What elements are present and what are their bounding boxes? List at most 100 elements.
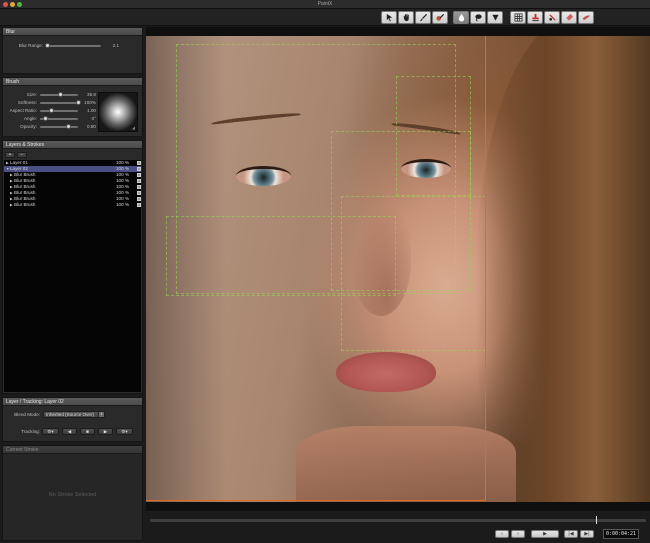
stamp-tool[interactable] (527, 11, 543, 24)
brush-param-slider[interactable] (40, 100, 81, 105)
layers-toolbar: + − (5, 152, 27, 158)
visibility-checkbox[interactable] (137, 161, 141, 165)
brush-param-knob[interactable] (43, 116, 49, 121)
stroke-panel-title: Current Stroke (3, 446, 142, 454)
brush-param-slider[interactable] (40, 92, 78, 97)
visibility-checkbox[interactable] (137, 173, 141, 177)
tracking-settings-button[interactable]: ⚙▾ (42, 428, 59, 435)
track-forward-button[interactable]: ▶ (98, 428, 113, 435)
clone-brush-icon (435, 13, 444, 21)
brush-param-row: Size: 35.8 (3, 92, 98, 99)
visibility-checkbox[interactable] (137, 203, 141, 207)
eraser-icon (565, 13, 573, 21)
pointer-tool[interactable] (381, 11, 397, 24)
next-keyframe-button[interactable]: › (511, 530, 525, 538)
brush-tool[interactable] (415, 11, 431, 24)
clone-brush-tool[interactable] (432, 11, 448, 24)
visibility-checkbox[interactable] (137, 197, 141, 201)
stroke-panel: Current Stroke No Stroke Selected (2, 445, 143, 541)
add-layer-button[interactable]: + (5, 152, 15, 158)
go-to-start-button[interactable]: |◀ (564, 530, 578, 538)
app-title: PaintX (317, 1, 333, 7)
blend-mode-label: Blend Mode: (14, 412, 40, 417)
triangle-down-icon (491, 14, 499, 21)
layer-name: Blur Brush (14, 178, 36, 183)
visibility-checkbox[interactable] (137, 179, 141, 183)
tool-bar (0, 9, 650, 26)
pointer-icon (386, 13, 392, 22)
grid-tool[interactable] (510, 11, 526, 24)
track-stop-button[interactable]: ■ (80, 428, 95, 435)
blur-range-slider[interactable] (45, 43, 101, 48)
brush-param-label: Size: (26, 92, 37, 97)
blur-range-label: Blur Range: (18, 43, 43, 48)
brush-param-value: 0° (91, 116, 96, 121)
hand-tool[interactable] (398, 11, 414, 24)
layer-name: Layer 02 (10, 166, 28, 171)
brush-param-label: Opacity: (20, 124, 37, 129)
layer-name: Blur Brush (14, 184, 36, 189)
blur-range-value: 2.1 (112, 43, 119, 48)
tracking-panel: Layer / Tracking: Layer 02 Blend Mode: I… (2, 397, 143, 442)
layer-name: Blur Brush (14, 190, 36, 195)
layer-name-cell: ▶Blur Brush (10, 202, 35, 208)
playhead[interactable] (596, 516, 598, 524)
brush-param-knob[interactable] (58, 92, 64, 97)
empty-stroke-message: No Stroke Selected (48, 492, 97, 498)
blur-range-knob[interactable] (45, 43, 51, 48)
brush-panel-title: Brush (3, 78, 142, 86)
visibility-checkbox[interactable] (137, 185, 141, 189)
stamp-icon (531, 13, 539, 22)
tracking-panel-title: Layer / Tracking: Layer 02 (3, 398, 142, 406)
layer-opacity: 100 % (116, 202, 130, 207)
brush-preview: ◢ (98, 92, 138, 132)
photo-canvas[interactable] (146, 36, 650, 502)
brush-icon (419, 13, 427, 22)
transport-nav-right: |◀ ▶| (564, 530, 594, 538)
brush-param-label: Angle: (23, 116, 37, 121)
stroke-row[interactable]: ▶Blur Brush 100 % (4, 202, 141, 208)
tool-group (453, 11, 503, 24)
grid-icon (514, 13, 522, 22)
blend-mode-value: Inherited (Source Over) (46, 412, 94, 417)
brush-param-value: 35.8 (87, 92, 96, 97)
lasso-tool[interactable] (470, 11, 486, 24)
brush-param-row: Opacity: 0.80 (3, 124, 98, 131)
multi-brush-tool[interactable] (544, 11, 560, 24)
gear-icon: ⚙▾ (121, 429, 128, 434)
brush-param-slider[interactable] (40, 116, 78, 121)
brush-param-slider[interactable] (40, 108, 78, 113)
layer-name: Layer 01 (10, 160, 28, 165)
blur-tool[interactable] (453, 11, 469, 24)
brush-param-value: 1.00 (87, 108, 96, 113)
visibility-checkbox[interactable] (137, 167, 141, 171)
blur-panel: Blur Blur Range: 2.1 (2, 27, 143, 74)
smudge-icon (582, 15, 590, 21)
visibility-checkbox[interactable] (137, 191, 141, 195)
transport-play: ▶ (531, 530, 559, 538)
remove-layer-button[interactable]: − (17, 152, 27, 158)
brush-param-slider[interactable] (40, 124, 78, 129)
timeline-scrubber[interactable] (150, 516, 646, 524)
brush-param-knob[interactable] (66, 124, 71, 129)
resize-grip-icon: ◢ (131, 125, 135, 130)
tracking-options-button[interactable]: ⚙▾ (116, 428, 133, 435)
brush-param-label: Softness: (17, 100, 37, 105)
track-backward-button[interactable]: ◀ (62, 428, 77, 435)
smudge-tool[interactable] (578, 11, 594, 24)
go-to-end-button[interactable]: ▶| (580, 530, 594, 538)
eraser-tool[interactable] (561, 11, 577, 24)
previous-keyframe-button[interactable]: ‹ (495, 530, 509, 538)
brush-param-value: 0.80 (87, 124, 96, 129)
transport-nav-left: ‹ › (495, 530, 525, 538)
layer-name: Blur Brush (14, 196, 36, 201)
play-button[interactable]: ▶ (531, 530, 559, 538)
shape-tool[interactable] (487, 11, 503, 24)
layer-name: Blur Brush (14, 202, 36, 207)
blend-mode-select[interactable]: Inherited (Source Over) ⇕ (43, 411, 105, 418)
brush-param-value: 100% (84, 100, 96, 105)
gear-icon: ⚙▾ (47, 429, 54, 434)
brush-param-row: Aspect Ratio: 1.00 (3, 108, 98, 115)
brush-param-label: Aspect Ratio: (9, 108, 37, 113)
brush-param-knob[interactable] (48, 108, 54, 113)
